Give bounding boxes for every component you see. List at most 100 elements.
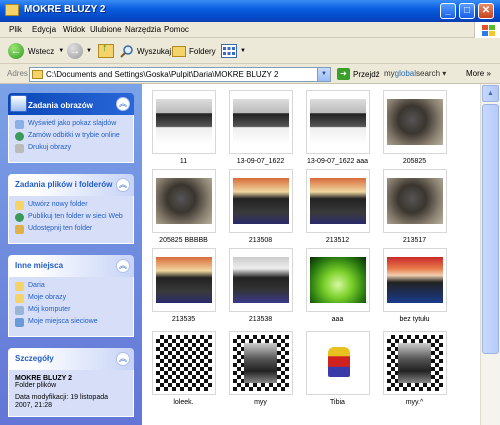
file-thumbnail[interactable]: 213538 bbox=[222, 248, 299, 323]
thumbnail-frame bbox=[228, 90, 293, 154]
file-name-label: 13-09-07_1622 aaa bbox=[306, 158, 369, 165]
task-order-prints[interactable]: Zamów odbitki w trybie online bbox=[15, 132, 127, 141]
address-dropdown-button[interactable]: ▼ bbox=[317, 68, 330, 81]
other-places-panel: Inne miejsca ︽ Daria Moje obrazy Mój kom… bbox=[8, 255, 134, 337]
search-button[interactable]: Wyszukaj bbox=[120, 42, 171, 60]
slideshow-icon bbox=[15, 120, 24, 129]
collapse-chevron-icon[interactable]: ︽ bbox=[116, 352, 130, 366]
menu-edit[interactable]: Edycja bbox=[32, 25, 56, 34]
chevron-down-icon[interactable]: ▼ bbox=[58, 48, 64, 54]
place-network[interactable]: Moje miejsca sieciowe bbox=[15, 318, 127, 327]
up-folder-button[interactable]: ↑ bbox=[98, 42, 114, 60]
file-thumbnail[interactable]: 213517 bbox=[376, 169, 453, 244]
image-preview bbox=[155, 178, 212, 224]
task-share-folder[interactable]: Udostępnij ten folder bbox=[15, 225, 127, 234]
folder-icon bbox=[15, 282, 24, 291]
file-thumbnail[interactable]: 213512 bbox=[299, 169, 376, 244]
file-name-label: 213535 bbox=[171, 316, 196, 323]
detail-modified: Data modyfikacji: 19 listopada 2007, 21:… bbox=[15, 394, 108, 409]
file-thumbnail[interactable]: 11 bbox=[145, 90, 222, 165]
chevron-down-icon[interactable]: ▾ bbox=[442, 69, 446, 78]
title-bar[interactable]: MOKRE BLUZY 2 _ □ ✕ bbox=[0, 0, 500, 22]
file-thumbnail[interactable]: loleek. bbox=[145, 331, 222, 406]
pictures-folder-icon bbox=[15, 294, 24, 303]
collapse-chevron-icon[interactable]: ︽ bbox=[116, 178, 130, 192]
printer-icon bbox=[15, 144, 24, 153]
more-button[interactable]: More » bbox=[466, 69, 491, 78]
scroll-up-button[interactable]: ▲ bbox=[482, 85, 499, 102]
scrollbar-thumb[interactable] bbox=[482, 104, 499, 354]
file-thumbnail[interactable]: bez tytułu bbox=[376, 248, 453, 323]
file-thumbnail[interactable]: Tibia bbox=[299, 331, 376, 406]
file-thumbnail[interactable]: aaa bbox=[299, 248, 376, 323]
place-daria[interactable]: Daria bbox=[15, 282, 127, 291]
file-thumbnail[interactable]: myy.^ bbox=[376, 331, 453, 406]
file-name-label: 213512 bbox=[325, 237, 350, 244]
file-name-label: myy bbox=[254, 399, 267, 406]
place-my-computer[interactable]: Mój komputer bbox=[15, 306, 127, 315]
forward-button[interactable]: → ▼ bbox=[67, 42, 92, 60]
task-slideshow[interactable]: Wyświetl jako pokaz slajdów bbox=[15, 120, 127, 129]
file-view: 11 13-09-07_1622 13-09-07_1622 aaa 205825 20… bbox=[142, 84, 480, 425]
task-publish-web[interactable]: Publikuj ten folder w sieci Web bbox=[15, 213, 127, 222]
menu-favorites[interactable]: Ulubione bbox=[90, 25, 122, 34]
maximize-button[interactable]: □ bbox=[459, 3, 475, 19]
chevron-down-icon[interactable]: ▼ bbox=[240, 48, 246, 54]
thumbnail-frame bbox=[305, 331, 370, 395]
task-new-folder[interactable]: Utwórz nowy folder bbox=[15, 201, 127, 210]
window-title: MOKRE BLUZY 2 bbox=[24, 4, 106, 15]
other-places-header[interactable]: Inne miejsca ︽ bbox=[8, 255, 134, 277]
close-button[interactable]: ✕ bbox=[478, 3, 494, 19]
computer-icon bbox=[15, 306, 24, 315]
image-preview bbox=[386, 178, 443, 224]
menu-view[interactable]: Widok bbox=[63, 25, 85, 34]
thumbnail-frame bbox=[228, 248, 293, 312]
details-header[interactable]: Szczegóły ︽ bbox=[8, 348, 134, 370]
file-thumbnail[interactable]: 205825 BBBBB bbox=[145, 169, 222, 244]
file-name-label: 213517 bbox=[402, 237, 427, 244]
address-input[interactable]: C:\Documents and Settings\Goska\Pulpit\D… bbox=[29, 67, 331, 82]
views-icon bbox=[221, 44, 237, 58]
vertical-scrollbar[interactable]: ▲ bbox=[480, 84, 500, 425]
photo-inset bbox=[397, 343, 432, 383]
file-thumbnail[interactable]: 13-09-07_1622 bbox=[222, 90, 299, 165]
image-tasks-header[interactable]: Zadania obrazów ︽ bbox=[8, 93, 134, 115]
place-my-pictures[interactable]: Moje obrazy bbox=[15, 294, 127, 303]
menu-file[interactable]: Plik bbox=[9, 25, 22, 34]
details-panel: Szczegóły ︽ MOKRE BLUZY 2 Folder plików … bbox=[8, 348, 134, 417]
collapse-chevron-icon[interactable]: ︽ bbox=[116, 97, 130, 111]
thumbnail-frame bbox=[305, 248, 370, 312]
views-button[interactable]: ▼ bbox=[221, 42, 246, 60]
image-preview bbox=[309, 335, 366, 391]
search-icon bbox=[120, 45, 133, 58]
address-label: Adres bbox=[7, 69, 28, 78]
thumbnail-frame bbox=[151, 248, 216, 312]
file-thumbnail[interactable]: myy bbox=[222, 331, 299, 406]
go-button[interactable]: ➜ Przejdź bbox=[337, 68, 380, 80]
task-print[interactable]: Drukuj obrazy bbox=[15, 144, 127, 153]
folders-button[interactable]: Foldery bbox=[172, 42, 216, 60]
image-preview bbox=[155, 257, 212, 303]
network-icon bbox=[15, 318, 24, 327]
file-thumbnail[interactable]: 213508 bbox=[222, 169, 299, 244]
file-thumbnail[interactable]: 205825 bbox=[376, 90, 453, 165]
file-name-label: myy.^ bbox=[405, 399, 424, 406]
back-button[interactable]: ← Wstecz ▼ bbox=[8, 42, 64, 60]
menu-help[interactable]: Pomoc bbox=[164, 25, 189, 34]
file-name-label: 13-09-07_1622 bbox=[236, 158, 285, 165]
thumbnail-frame bbox=[151, 169, 216, 233]
myglobalsearch-toolbar[interactable]: myglobalsearch ▾ bbox=[384, 69, 446, 78]
file-thumbnail[interactable]: 213535 bbox=[145, 248, 222, 323]
thumbnail-frame bbox=[228, 169, 293, 233]
chevron-down-icon[interactable]: ▼ bbox=[86, 48, 92, 54]
file-thumbnail[interactable]: 13-09-07_1622 aaa bbox=[299, 90, 376, 165]
thumbnail-frame bbox=[228, 331, 293, 395]
image-preview bbox=[309, 99, 366, 145]
file-name-label: 205825 bbox=[402, 158, 427, 165]
thumbnail-frame bbox=[305, 169, 370, 233]
character-sprite bbox=[327, 347, 350, 377]
collapse-chevron-icon[interactable]: ︽ bbox=[116, 259, 130, 273]
minimize-button[interactable]: _ bbox=[440, 3, 456, 19]
menu-tools[interactable]: Narzędzia bbox=[125, 25, 161, 34]
file-tasks-header[interactable]: Zadania plików i folderów ︽ bbox=[8, 174, 134, 196]
